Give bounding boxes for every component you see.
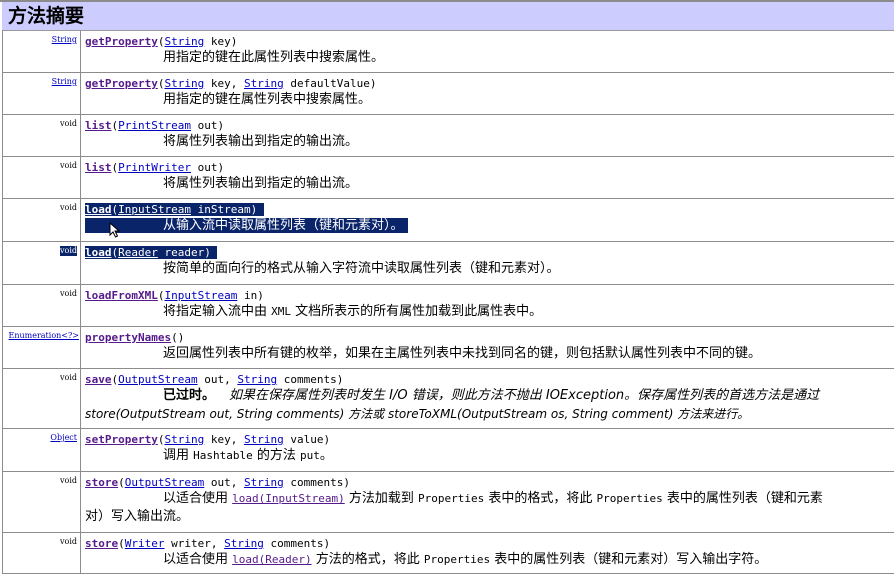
method-description: 按简单的面向行的格式从输入字符流中读取属性列表（键和元素对）。 [163, 261, 560, 276]
method-link[interactable]: load [85, 203, 112, 216]
method-signature: setProperty(String key, String value) [85, 433, 331, 446]
method-signature: list(PrintWriter out) [85, 161, 225, 174]
method-signature: load(Reader reader) [85, 246, 218, 260]
method-summary-table: String getProperty(String key) 用指定的键在此属性… [2, 31, 894, 574]
param-type-link[interactable]: InputStream [118, 203, 191, 216]
param-type-link[interactable]: OutputStream [118, 373, 197, 386]
method-signature: list(PrintStream out) [85, 119, 225, 132]
method-link[interactable]: list [85, 119, 112, 132]
return-type-link[interactable]: String [52, 77, 77, 87]
method-link[interactable]: loadFromXML [85, 289, 158, 302]
param-type-link[interactable]: String [244, 433, 284, 446]
param-type-link[interactable]: PrintStream [118, 119, 191, 132]
param-type-link[interactable]: String [244, 476, 284, 489]
method-signature: getProperty(String key, String defaultVa… [85, 77, 377, 90]
table-row: void load(Reader reader) 按简单的面向行的格式从输入字符… [2, 242, 894, 285]
method-description: 以适合使用 load(Reader) 方法的格式，将此 Properties 表… [163, 552, 768, 567]
param-type-link[interactable]: Writer [125, 537, 165, 550]
return-type: void [59, 203, 77, 212]
method-description-continued: 对）写入输出流。 [85, 509, 190, 524]
method-description: 用指定的键在此属性列表中搜索属性。 [163, 50, 385, 65]
table-row: void list(PrintWriter out) 将属性列表输出到指定的输出… [2, 157, 894, 199]
return-type: void [59, 246, 77, 256]
param-type-link[interactable]: InputStream [164, 289, 237, 302]
param-type-link[interactable]: String [224, 537, 264, 550]
method-link[interactable]: load [85, 246, 112, 259]
method-link[interactable]: propertyNames [85, 331, 171, 344]
return-type-link[interactable]: Object [50, 433, 77, 443]
return-type: void [59, 289, 77, 298]
table-row: void store(OutputStream out, String comm… [2, 472, 894, 533]
method-link[interactable]: getProperty [85, 35, 158, 48]
load-method-link[interactable]: load(Reader) [232, 553, 311, 566]
return-type-link[interactable]: Enumeration<?> [9, 331, 80, 341]
method-description: 调用 Hashtable 的方法 put。 [163, 448, 333, 463]
return-type: void [59, 373, 77, 382]
method-signature: loadFromXML(InputStream in) [85, 289, 264, 302]
method-signature: store(Writer writer, String comments) [85, 537, 331, 550]
table-row: String getProperty(String key) 用指定的键在此属性… [2, 31, 894, 73]
text-selection[interactable]: load(Reader reader) [85, 246, 218, 259]
deprecated-note-continued: store(OutputStream out, String comments)… [85, 407, 750, 421]
table-row: void load(InputStream inStream) 从输入流中读取属… [2, 199, 894, 242]
text-selection[interactable]: 从输入流中读取属性列表（键和元素对）。 [85, 218, 408, 233]
method-signature: load(InputStream inStream) [85, 203, 264, 217]
return-type: void [59, 161, 77, 170]
method-link[interactable]: setProperty [85, 433, 158, 446]
method-link[interactable]: save [85, 373, 112, 386]
method-link[interactable]: getProperty [85, 77, 158, 90]
method-signature: store(OutputStream out, String comments) [85, 476, 350, 489]
table-row: Enumeration<?> propertyNames() 返回属性列表中所有… [2, 327, 894, 369]
method-link[interactable]: store [85, 476, 118, 489]
method-signature: getProperty(String key) [85, 35, 238, 48]
method-description: 返回属性列表中所有键的枚举，如果在主属性列表中未找到同名的键，则包括默认属性列表… [163, 346, 762, 361]
table-row: void save(OutputStream out, String comme… [2, 369, 894, 429]
param-type-link[interactable]: String [237, 373, 277, 386]
return-type-link[interactable]: String [52, 35, 77, 45]
table-row: void store(Writer writer, String comment… [2, 533, 894, 574]
method-link[interactable]: list [85, 161, 112, 174]
method-description: 将属性列表输出到指定的输出流。 [163, 176, 359, 191]
text-selection[interactable]: load(InputStream inStream) [85, 203, 264, 216]
param-type-link[interactable]: String [164, 35, 204, 48]
method-description: 以适合使用 load(InputStream) 方法加载到 Properties… [163, 491, 823, 506]
method-description: 将指定输入流中由 XML 文档所表示的所有属性加载到此属性表中。 [163, 304, 543, 319]
table-row: void loadFromXML(InputStream in) 将指定输入流中… [2, 285, 894, 327]
param-type-link[interactable]: OutputStream [125, 476, 204, 489]
table-row: void list(PrintStream out) 将属性列表输出到指定的输出… [2, 115, 894, 157]
table-row: Object setProperty(String key, String va… [2, 429, 894, 472]
deprecated-label: 已过时。 [163, 388, 216, 403]
return-type: void [59, 537, 77, 546]
return-type: void [59, 476, 77, 485]
mouse-cursor-icon [109, 222, 121, 238]
param-type-link[interactable]: String [164, 77, 204, 90]
param-type-link[interactable]: Reader [118, 246, 158, 259]
method-description: 将属性列表输出到指定的输出流。 [163, 134, 359, 149]
load-method-link[interactable]: load(InputStream) [232, 492, 345, 505]
method-summary-header: 方法摘要 [2, 2, 894, 31]
param-type-link[interactable]: String [244, 77, 284, 90]
method-signature: save(OutputStream out, String comments) [85, 373, 344, 386]
method-description: 用指定的键在属性列表中搜索属性。 [163, 92, 372, 107]
method-signature: propertyNames() [85, 331, 185, 344]
table-row: String getProperty(String key, String de… [2, 73, 894, 115]
param-type-link[interactable]: PrintWriter [118, 161, 191, 174]
method-link[interactable]: store [85, 537, 118, 550]
return-type: void [59, 119, 77, 128]
deprecated-note: 已过时。 如果在保存属性列表时发生 I/O 错误，则此方法不抛出 IOExcept… [163, 388, 820, 403]
section-title: 方法摘要 [8, 5, 85, 27]
param-type-link[interactable]: String [164, 433, 204, 446]
method-description: 从输入流中读取属性列表（键和元素对）。 [85, 218, 408, 234]
